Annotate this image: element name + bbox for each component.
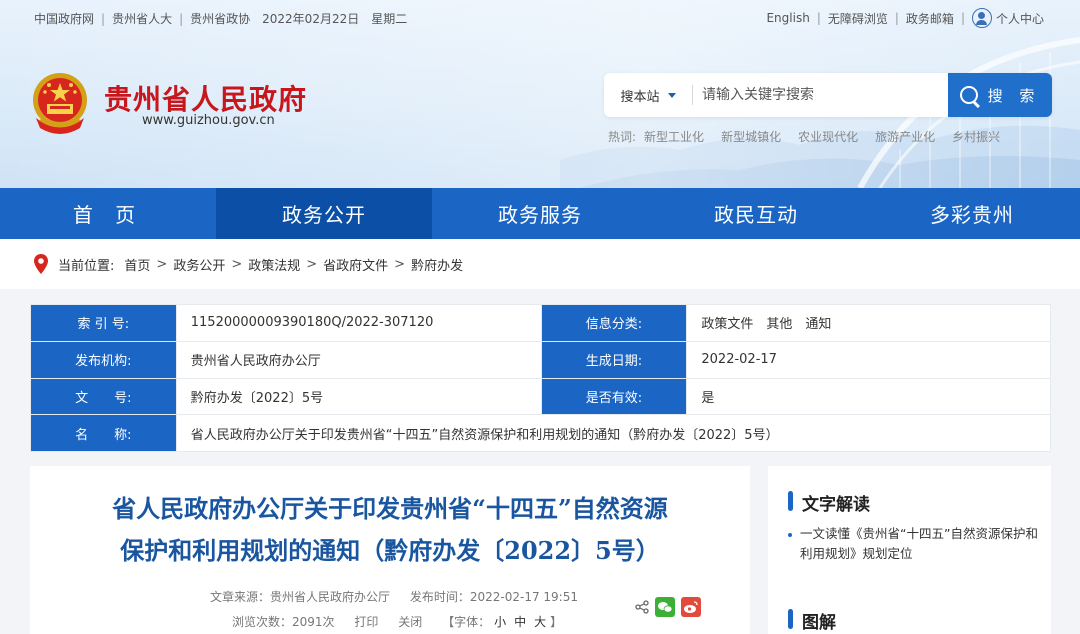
document-info-table: 索 引 号: 11520000009390180Q/2022-307120 信息… <box>30 304 1052 452</box>
article-panel: 省人民政府办公厅关于印发贵州省“十四五”自然资源 保护和利用规划的通知（黔府办发… <box>30 466 750 634</box>
top-bar: 中国政府网 | 贵州省人大 | 贵州省政协 2022年02月22日 星期二 En… <box>0 0 1080 36</box>
sidebar-link-interpretation[interactable]: 一文读懂《贵州省“十四五”自然资源保护和利用规划》规划定位 <box>788 524 1038 564</box>
info-value-name: 省人民政府办公厅关于印发贵州省“十四五”自然资源保护和利用规划的通知（黔府办发〔… <box>175 414 1052 452</box>
share-icon[interactable] <box>635 600 649 614</box>
link-gov-mail[interactable]: 政务邮箱 <box>906 10 954 27</box>
info-key-date: 生成日期: <box>540 340 688 379</box>
weibo-share-icon[interactable] <box>681 597 701 617</box>
chevron-right-icon: > <box>156 256 168 272</box>
current-date: 2022年02月22日 <box>262 12 360 26</box>
site-url: www.guizhou.gov.cn <box>142 113 275 128</box>
link-provincial-cppcc[interactable]: 贵州省政协 <box>190 10 250 27</box>
font-size-bracket: 】 <box>550 615 563 629</box>
chevron-right-icon: > <box>394 256 406 272</box>
breadcrumb-item[interactable]: 政策法规 <box>248 255 300 274</box>
info-value-index: 11520000009390180Q/2022-307120 <box>175 304 542 342</box>
print-link[interactable]: 打印 <box>354 615 378 629</box>
font-size-label: 【字体： <box>442 615 491 629</box>
info-value-category: 政策文件 其他 通知 <box>686 304 1051 342</box>
header-banner: 中国政府网 | 贵州省人大 | 贵州省政协 2022年02月22日 星期二 En… <box>0 0 1080 188</box>
nav-item-gov-services[interactable]: 政务服务 <box>432 188 648 239</box>
chevron-right-icon: > <box>306 256 318 272</box>
font-size-control: 【字体：小中大】 <box>442 615 562 629</box>
close-link[interactable]: 关闭 <box>398 615 422 629</box>
search-button[interactable]: 搜 索 <box>948 73 1052 117</box>
link-provincial-congress[interactable]: 贵州省人大 <box>112 10 172 27</box>
font-small-button[interactable]: 小 <box>494 615 506 629</box>
link-accessibility[interactable]: 无障碍浏览 <box>828 10 888 27</box>
search-input[interactable] <box>702 73 942 117</box>
article-meta-actions: 浏览次数：2091次 打印 关闭 【字体：小中大】 <box>232 613 578 630</box>
national-emblem-icon <box>33 73 87 134</box>
hot-word[interactable]: 农业现代化 <box>798 128 858 145</box>
sidebar-heading-interpretation: 文字解读 <box>788 490 870 515</box>
info-value-docno: 黔府办发〔2022〕5号 <box>175 377 542 416</box>
info-key-docno: 文 号: <box>30 377 177 416</box>
font-medium-button[interactable]: 中 <box>514 615 526 629</box>
hot-word[interactable]: 乡村振兴 <box>952 128 1000 145</box>
info-key-category: 信息分类: <box>540 304 688 342</box>
nav-item-colorful-guizhou[interactable]: 多彩贵州 <box>864 188 1080 239</box>
article-views: 浏览次数：2091次 <box>232 615 335 629</box>
nav-item-gov-affairs[interactable]: 政务公开 <box>216 188 432 239</box>
sidebar-panel: 文字解读 一文读懂《贵州省“十四五”自然资源保护和利用规划》规划定位 图解 <box>768 466 1051 634</box>
info-value-publisher: 贵州省人民政府办公厅 <box>175 340 542 379</box>
info-key-index: 索 引 号: <box>30 304 177 342</box>
link-english[interactable]: English <box>766 11 809 25</box>
share-bar <box>635 597 701 617</box>
search-box: 搜本站 搜 索 <box>604 73 1052 117</box>
hot-words-label: 热词: <box>608 130 637 144</box>
user-icon[interactable] <box>971 8 992 28</box>
search-divider <box>692 85 693 105</box>
breadcrumb: 当前位置: 首页 > 政务公开 > 政策法规 > 省政府文件 > 黔府办发 <box>0 239 1080 289</box>
sidebar-heading-graphic: 图解 <box>788 608 836 633</box>
current-weekday: 星期二 <box>371 12 408 26</box>
wechat-share-icon[interactable] <box>655 597 675 617</box>
link-user-center[interactable]: 个人中心 <box>996 10 1044 27</box>
breadcrumb-item[interactable]: 黔府办发 <box>411 255 463 274</box>
site-title[interactable]: 贵州省人民政府 <box>104 78 307 118</box>
article-publish-time: 发布时间：2022-02-17 19:51 <box>409 590 578 604</box>
article-meta: 文章来源：贵州省人民政府办公厅 发布时间：2022-02-17 19:51 <box>210 588 594 605</box>
article-title: 省人民政府办公厅关于印发贵州省“十四五”自然资源 保护和利用规划的通知（黔府办发… <box>30 488 750 572</box>
search-button-label: 搜 索 <box>987 86 1041 105</box>
breadcrumb-item[interactable]: 省政府文件 <box>323 255 388 274</box>
nav-item-interaction[interactable]: 政民互动 <box>648 188 864 239</box>
search-scope-select[interactable]: 搜本站 <box>604 73 692 117</box>
link-gov-cn[interactable]: 中国政府网 <box>34 10 94 27</box>
dropdown-arrow-icon <box>667 92 676 98</box>
search-scope-label: 搜本站 <box>620 89 660 105</box>
main-nav: 首 页 政务公开 政务服务 政民互动 多彩贵州 <box>0 188 1080 239</box>
breadcrumb-item[interactable]: 政务公开 <box>173 255 225 274</box>
article-title-line: 省人民政府办公厅关于印发贵州省“十四五”自然资源 <box>112 494 668 523</box>
article-source: 文章来源：贵州省人民政府办公厅 <box>210 590 391 604</box>
breadcrumb-item[interactable]: 首页 <box>124 255 150 274</box>
search-icon <box>959 86 978 104</box>
hot-word[interactable]: 新型城镇化 <box>721 128 781 145</box>
nav-item-home[interactable]: 首 页 <box>0 188 216 239</box>
hot-words: 热词: 新型工业化 新型城镇化 农业现代化 旅游产业化 乡村振兴 <box>608 128 1017 145</box>
location-pin-icon <box>34 254 48 274</box>
font-large-button[interactable]: 大 <box>534 615 546 629</box>
info-key-valid: 是否有效: <box>540 377 688 416</box>
info-key-name: 名 称: <box>30 414 177 452</box>
breadcrumb-label: 当前位置: <box>58 258 115 274</box>
hot-word[interactable]: 新型工业化 <box>644 128 704 145</box>
info-value-valid: 是 <box>686 377 1051 416</box>
info-key-publisher: 发布机构: <box>30 340 177 379</box>
info-value-date: 2022-02-17 <box>686 340 1051 379</box>
chevron-right-icon: > <box>231 256 243 272</box>
hot-word[interactable]: 旅游产业化 <box>875 128 935 145</box>
article-title-line: 保护和利用规划的通知（黔府办发〔2022〕5号） <box>120 536 660 565</box>
